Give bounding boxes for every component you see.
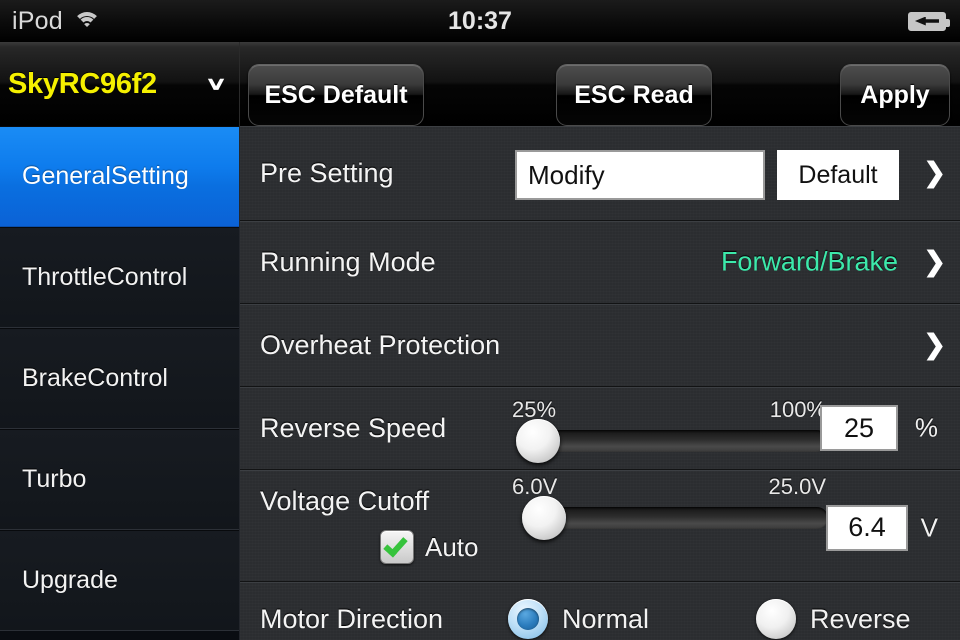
motor-direction-reverse-option[interactable]: Reverse	[756, 599, 911, 639]
reverse-speed-thumb[interactable]	[516, 419, 560, 463]
voltage-auto-label: Auto	[425, 531, 479, 562]
voltage-cutoff-track[interactable]	[538, 507, 828, 529]
motor-direction-normal-option[interactable]: Normal	[508, 599, 649, 639]
status-bar-left: iPod	[0, 7, 317, 36]
app-root: iPod 10:37 SkyRC96f2 ∨ ESC Default ESC R…	[0, 0, 960, 640]
esc-read-button[interactable]: ESC Read	[556, 64, 712, 126]
pre-setting-input[interactable]: Modify	[515, 150, 765, 200]
chevron-right-icon[interactable]: ❯	[923, 159, 946, 187]
pre-setting-label: Pre Setting	[260, 157, 394, 188]
check-icon[interactable]	[380, 530, 414, 564]
reverse-speed-max-label: 100%	[769, 397, 826, 422]
reverse-speed-slider[interactable]: 25% 100%	[510, 387, 840, 469]
reverse-speed-track[interactable]	[538, 430, 828, 452]
row-voltage-cutoff: Voltage Cutoff Auto 6.0V 25.0V 6.4 V	[240, 470, 960, 582]
sidebar-item-label: ThrottleControl	[22, 263, 188, 291]
device-title: SkyRC96f2	[8, 67, 157, 100]
wifi-icon	[72, 10, 102, 32]
radio-unselected-icon[interactable]	[756, 599, 796, 639]
reverse-speed-label: Reverse Speed	[260, 412, 447, 443]
nav-bar: SkyRC96f2 ∨ ESC Default ESC Read Apply	[0, 42, 960, 126]
clock-label: 10:37	[448, 6, 512, 35]
voltage-cutoff-max-label: 25.0V	[768, 474, 827, 499]
running-mode-label: Running Mode	[260, 246, 436, 277]
sidebar-item-label: BrakeControl	[22, 364, 168, 392]
row-overheat-protection[interactable]: Overheat Protection ❯	[240, 304, 960, 387]
voltage-cutoff-slider[interactable]: 6.0V 25.0V	[510, 464, 840, 575]
motor-direction-normal-label: Normal	[562, 603, 650, 634]
sidebar: GeneralSetting ThrottleControl BrakeCont…	[0, 126, 240, 640]
reverse-speed-value-input[interactable]: 25	[820, 405, 898, 451]
overheat-protection-label: Overheat Protection	[260, 329, 501, 360]
row-reverse-speed: Reverse Speed 25% 100% 25 %	[240, 387, 960, 470]
chevron-right-icon[interactable]: ❯	[923, 331, 946, 359]
row-pre-setting[interactable]: Pre Setting Modify Default ❯	[240, 126, 960, 221]
sidebar-item-throttlecontrol[interactable]: ThrottleControl	[0, 227, 239, 328]
reverse-speed-unit: %	[914, 412, 938, 443]
row-motor-direction: Motor Direction Normal Reverse	[240, 582, 960, 640]
settings-panel: Pre Setting Modify Default ❯ Running Mod…	[240, 126, 960, 640]
esc-default-button[interactable]: ESC Default	[248, 64, 424, 126]
row-running-mode[interactable]: Running Mode Forward/Brake ❯	[240, 221, 960, 304]
battery-charging-icon	[907, 11, 950, 31]
radio-selected-icon[interactable]	[508, 599, 548, 639]
voltage-cutoff-label: Voltage Cutoff	[260, 486, 430, 516]
chevron-down-icon[interactable]: ∨	[205, 75, 243, 93]
status-bar: iPod 10:37	[0, 0, 960, 42]
apply-button[interactable]: Apply	[840, 64, 950, 126]
voltage-cutoff-thumb[interactable]	[521, 496, 566, 540]
sidebar-item-label: Turbo	[22, 465, 87, 493]
voltage-auto-toggle[interactable]: Auto	[380, 530, 479, 564]
sidebar-item-upgrade[interactable]: Upgrade	[0, 530, 239, 631]
voltage-cutoff-unit: V	[920, 512, 938, 543]
status-bar-right	[643, 11, 960, 31]
motor-direction-reverse-label: Reverse	[810, 603, 911, 634]
sidebar-item-brakecontrol[interactable]: BrakeControl	[0, 328, 239, 429]
carrier-label: iPod	[12, 6, 63, 35]
voltage-cutoff-value-input[interactable]: 6.4	[826, 504, 908, 551]
running-mode-value: Forward/Brake	[720, 246, 898, 277]
sidebar-item-turbo[interactable]: Turbo	[0, 429, 239, 530]
device-selector[interactable]: SkyRC96f2 ∨	[0, 42, 240, 126]
motor-direction-label: Motor Direction	[260, 603, 444, 634]
pre-setting-default-button[interactable]: Default	[777, 150, 899, 200]
sidebar-item-label: Upgrade	[22, 566, 118, 594]
sidebar-item-generalsetting[interactable]: GeneralSetting	[0, 126, 239, 227]
chevron-right-icon[interactable]: ❯	[923, 248, 946, 276]
sidebar-item-label: GeneralSetting	[22, 162, 189, 190]
